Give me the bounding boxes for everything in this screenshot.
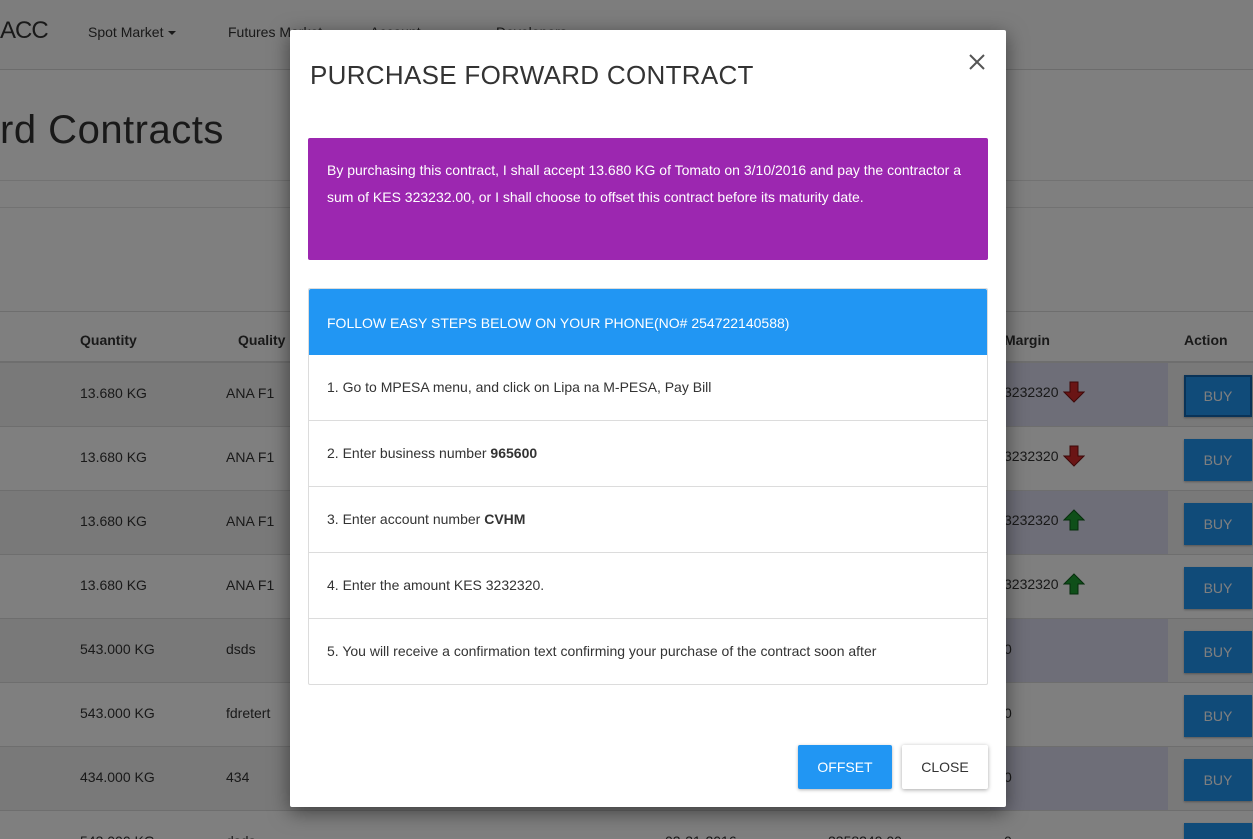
steps-panel: FOLLOW EASY STEPS BELOW ON YOUR PHONE(NO… bbox=[308, 288, 988, 685]
step-2-text: 2. Enter business number bbox=[327, 445, 491, 461]
step-4: 4. Enter the amount KES 3232320. bbox=[309, 553, 987, 619]
step-1: 1. Go to MPESA menu, and click on Lipa n… bbox=[309, 355, 987, 421]
step-3-text: 3. Enter account number bbox=[327, 511, 485, 527]
step-2: 2. Enter business number 965600 bbox=[309, 421, 987, 487]
purchase-modal: PURCHASE FORWARD CONTRACT By purchasing … bbox=[290, 30, 1006, 807]
business-number: 965600 bbox=[490, 445, 538, 461]
step-3: 3. Enter account number CVHM bbox=[309, 487, 987, 553]
offset-button[interactable]: OFFSET bbox=[798, 745, 892, 789]
step-5: 5. You will receive a confirmation text … bbox=[327, 643, 877, 659]
modal-title: PURCHASE FORWARD CONTRACT bbox=[310, 60, 754, 90]
close-icon[interactable] bbox=[965, 50, 989, 74]
contract-alert: By purchasing this contract, I shall acc… bbox=[308, 138, 988, 260]
panel-heading: FOLLOW EASY STEPS BELOW ON YOUR PHONE(NO… bbox=[309, 289, 987, 355]
close-button[interactable]: CLOSE bbox=[902, 745, 988, 789]
account-number: CVHM bbox=[484, 511, 526, 527]
